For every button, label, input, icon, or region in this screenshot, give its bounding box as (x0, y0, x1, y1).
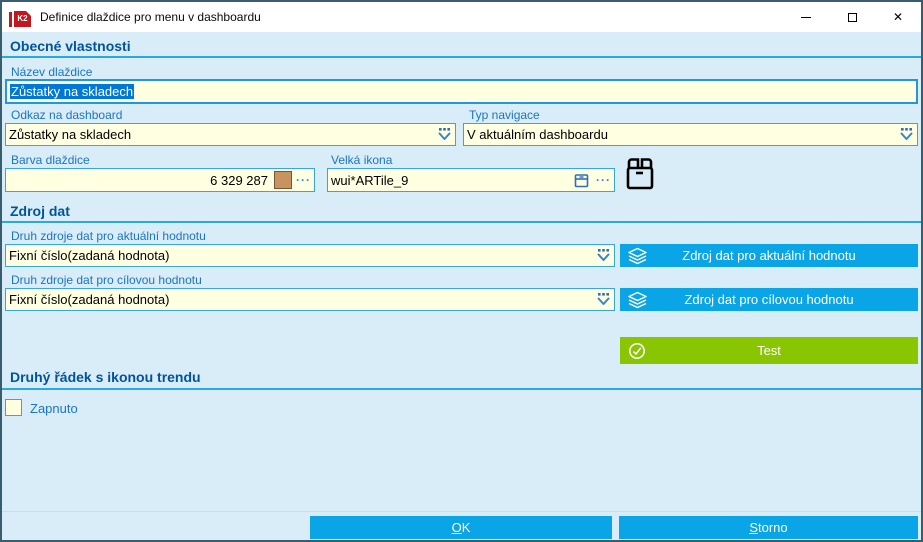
dialog-window: K2 Definice dlaždice pro menu v dashboar… (0, 0, 923, 542)
tile-name-input[interactable]: Zůstatky na skladech (5, 79, 918, 104)
navigation-type-label: Typ navigace (469, 108, 540, 122)
enabled-checkbox[interactable] (5, 399, 22, 416)
test-button[interactable]: Test (620, 337, 918, 364)
color-swatch[interactable] (274, 171, 292, 189)
section-data-source-title: Zdroj dat (10, 203, 70, 219)
target-source-button-label: Zdroj dat pro cílovou hodnotu (684, 292, 854, 307)
section-trend-rule (2, 388, 921, 390)
big-icon-browse-button[interactable]: ··· (596, 173, 611, 187)
navigation-type-combo[interactable]: V aktuálním dashboardu (463, 123, 918, 146)
dashboard-link-value: Zůstatky na skladech (9, 127, 132, 142)
current-source-type-label: Druh zdroje dat pro aktuální hodnotu (11, 229, 206, 243)
target-source-type-label: Druh zdroje dat pro cílovou hodnotu (11, 273, 202, 287)
current-source-type-combo[interactable]: Fixní číslo(zadaná hodnota) (5, 244, 615, 267)
layers-icon (628, 247, 647, 264)
ok-button[interactable]: OK (310, 516, 612, 539)
ok-button-label: OK (451, 520, 471, 535)
dropdown-icon[interactable] (596, 249, 611, 262)
target-source-type-combo[interactable]: Fixní číslo(zadaná hodnota) (5, 288, 615, 311)
dropdown-icon[interactable] (437, 128, 452, 141)
titlebar: K2 Definice dlaždice pro menu v dashboar… (2, 2, 921, 32)
tile-color-label: Barva dlaždice (11, 153, 90, 167)
big-icon-field[interactable]: wui*ARTile_9 ··· (327, 168, 615, 192)
maximize-button[interactable] (829, 2, 875, 32)
tile-color-browse-button[interactable]: ··· (296, 173, 311, 187)
tile-icon-preview-box-icon (624, 156, 656, 196)
navigation-type-value: V aktuálním dashboardu (467, 127, 608, 142)
big-icon-label: Velká ikona (331, 153, 393, 167)
section-general-rule (2, 56, 921, 58)
dashboard-link-combo[interactable]: Zůstatky na skladech (5, 123, 456, 146)
layers-icon (628, 291, 647, 308)
k2-logo-icon: K2 (9, 8, 31, 27)
close-button[interactable]: ✕ (875, 2, 921, 32)
section-trend-title: Druhý řádek s ikonou trendu (10, 369, 201, 385)
cancel-button-label: Storno (749, 520, 788, 535)
cancel-button[interactable]: Storno (619, 516, 918, 539)
big-icon-value: wui*ARTile_9 (331, 172, 409, 188)
window-title: Definice dlaždice pro menu v dashboardu (40, 10, 261, 24)
target-source-type-value: Fixní číslo(zadaná hodnota) (9, 292, 170, 307)
tile-name-value: Zůstatky na skladech (10, 84, 135, 99)
tile-color-value: 6 329 287 (210, 172, 268, 188)
current-source-type-value: Fixní číslo(zadaná hodnota) (9, 248, 170, 263)
target-source-button[interactable]: Zdroj dat pro cílovou hodnotu (620, 288, 918, 311)
minimize-button[interactable] (783, 2, 829, 32)
footer-separator (2, 511, 921, 512)
tile-name-label: Název dlaždice (11, 65, 93, 79)
minimize-icon (801, 16, 811, 18)
current-source-button-label: Zdroj dat pro aktuální hodnotu (682, 248, 856, 263)
close-icon: ✕ (892, 10, 904, 24)
section-data-source-rule (2, 221, 921, 223)
dropdown-icon[interactable] (899, 128, 914, 141)
test-button-label: Test (757, 343, 781, 358)
current-source-button[interactable]: Zdroj dat pro aktuální hodnotu (620, 244, 918, 267)
icon-picker-icon[interactable] (574, 173, 589, 188)
check-circle-icon (628, 342, 646, 360)
k2-logo-text: K2 (14, 10, 31, 27)
section-general-title: Obecné vlastnosti (10, 38, 131, 54)
dropdown-icon[interactable] (596, 293, 611, 306)
dashboard-link-label: Odkaz na dashboard (11, 108, 123, 122)
enabled-checkbox-label: Zapnuto (30, 401, 78, 416)
tile-color-field[interactable]: 6 329 287 ··· (5, 168, 315, 192)
maximize-icon (847, 12, 857, 22)
